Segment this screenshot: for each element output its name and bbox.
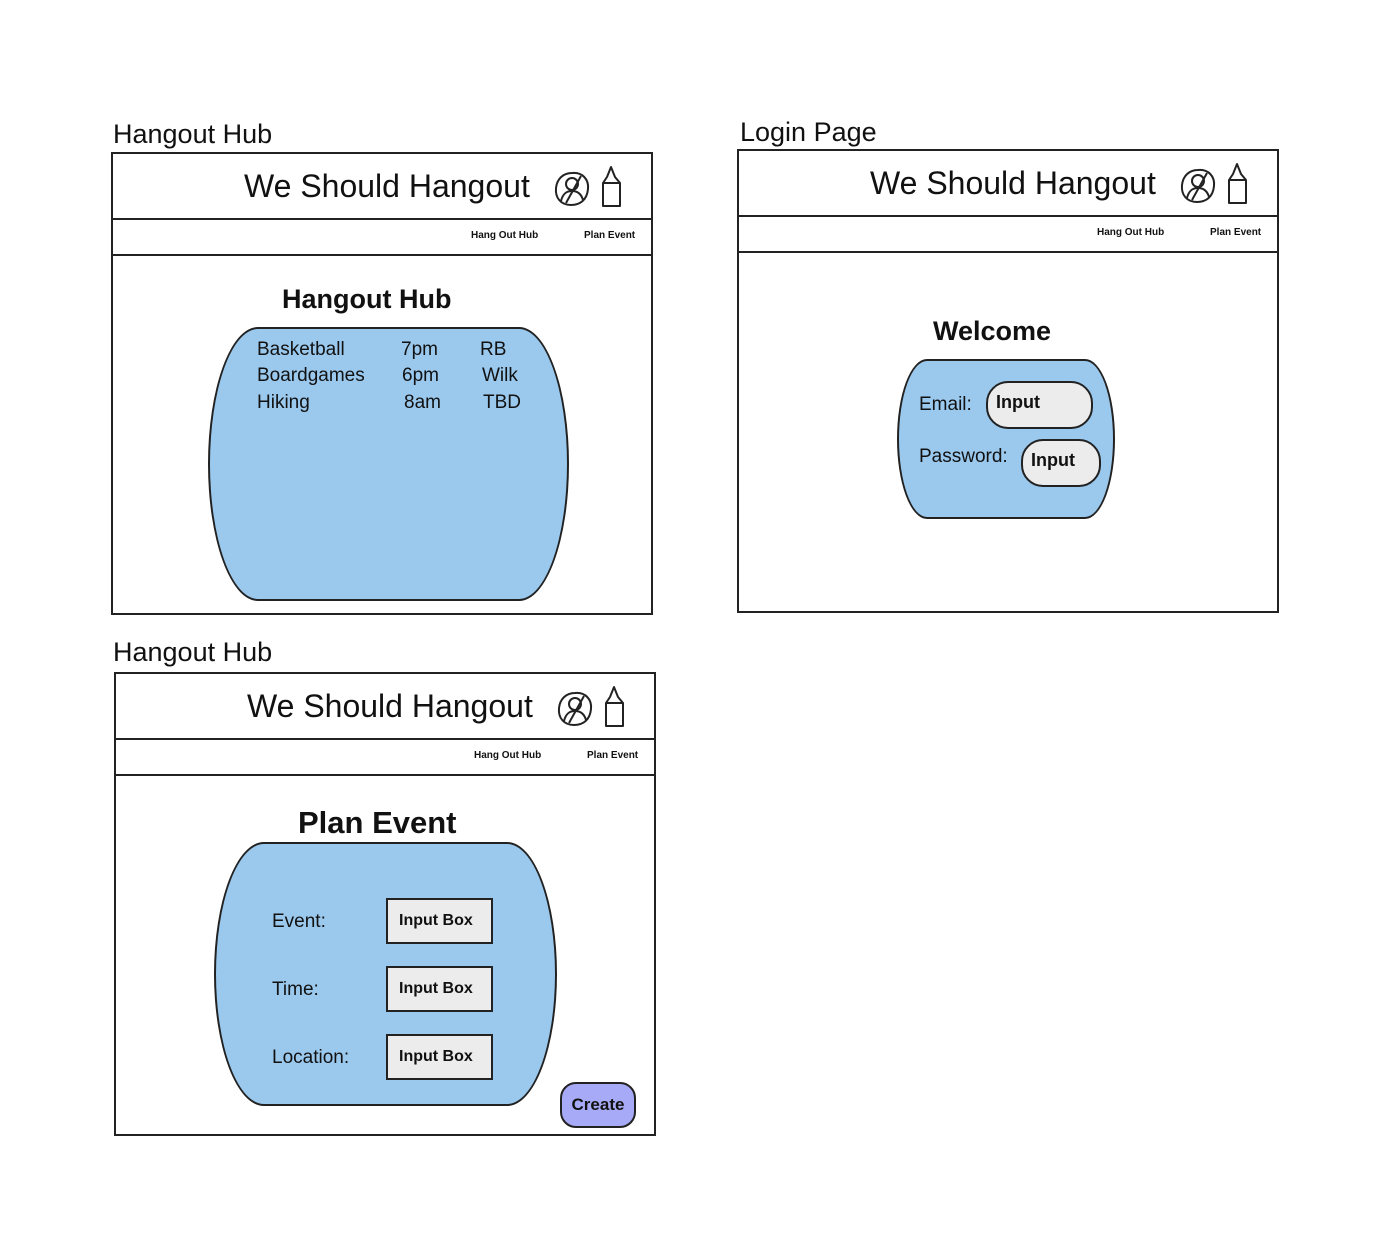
nav-link-hangout-hub[interactable]: Hang Out Hub — [1097, 227, 1164, 238]
bottle-icon[interactable] — [600, 685, 628, 729]
email-label: Email: — [919, 394, 972, 415]
time-label: Time: — [272, 979, 319, 1000]
user-profile-icon[interactable] — [556, 690, 594, 728]
user-profile-icon[interactable] — [553, 170, 591, 208]
user-profile-icon[interactable] — [1179, 167, 1217, 205]
create-button[interactable]: Create — [560, 1082, 636, 1128]
nav-bar: Hang Out Hub Plan Event — [113, 218, 651, 256]
event-host: TBD — [483, 392, 521, 413]
app-title: We Should Hangout — [244, 168, 530, 204]
app-header: We Should Hangout — [739, 151, 1277, 217]
password-field[interactable]: Input — [1021, 439, 1101, 487]
login-screen: We Should Hangout Hang Out Hub Plan Even… — [737, 149, 1279, 613]
app-title: We Should Hangout — [870, 165, 1156, 201]
frame-caption-hangout-hub: Hangout Hub — [113, 119, 273, 149]
time-field[interactable]: Input Box — [386, 966, 493, 1012]
location-field[interactable]: Input Box — [386, 1034, 493, 1080]
event-label: Event: — [272, 911, 326, 932]
nav-link-hangout-hub[interactable]: Hang Out Hub — [474, 750, 541, 761]
event-host: RB — [480, 339, 507, 360]
event-field[interactable]: Input Box — [386, 898, 493, 944]
frame-caption-login-page: Login Page — [740, 117, 877, 147]
event-time: 7pm — [401, 339, 438, 360]
event-name: Basketball — [257, 339, 345, 360]
event-name: Hiking — [257, 392, 310, 413]
page-heading: Welcome — [933, 316, 1052, 346]
nav-link-plan-event[interactable]: Plan Event — [584, 230, 635, 241]
password-label: Password: — [919, 446, 1008, 467]
plan-event-screen: We Should Hangout Hang Out Hub Plan Even… — [114, 672, 656, 1136]
location-label: Location: — [272, 1047, 350, 1068]
page-heading: Hangout Hub — [282, 284, 452, 314]
bottle-icon[interactable] — [597, 165, 625, 209]
app-title: We Should Hangout — [247, 688, 533, 724]
event-name: Boardgames — [257, 365, 365, 386]
frame-caption-plan-event: Hangout Hub — [113, 637, 273, 667]
email-field[interactable]: Input — [986, 381, 1093, 429]
nav-bar: Hang Out Hub Plan Event — [116, 738, 654, 776]
nav-link-hangout-hub[interactable]: Hang Out Hub — [471, 230, 538, 241]
hangout-hub-screen: We Should Hangout Hang Out Hub Plan Even… — [111, 152, 653, 615]
nav-link-plan-event[interactable]: Plan Event — [587, 750, 638, 761]
nav-bar: Hang Out Hub Plan Event — [739, 215, 1277, 253]
event-time: 6pm — [402, 365, 439, 386]
app-header: We Should Hangout — [113, 154, 651, 220]
event-time: 8am — [404, 392, 441, 413]
bottle-icon[interactable] — [1223, 162, 1251, 206]
page-heading: Plan Event — [298, 805, 457, 840]
event-host: Wilk — [482, 365, 518, 386]
app-header: We Should Hangout — [116, 674, 654, 740]
nav-link-plan-event[interactable]: Plan Event — [1210, 227, 1261, 238]
